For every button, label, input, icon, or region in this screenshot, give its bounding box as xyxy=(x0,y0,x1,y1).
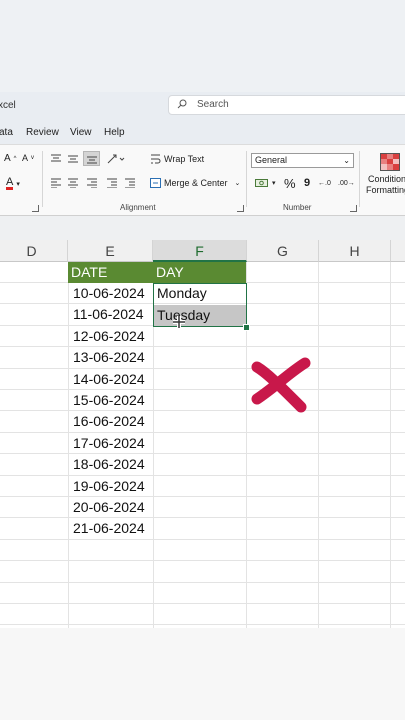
font-group-launcher-icon[interactable] xyxy=(32,205,39,212)
date-cell[interactable]: 10-06-2024 xyxy=(73,283,145,304)
table-row xyxy=(0,433,405,455)
decrease-indent-icon[interactable] xyxy=(106,178,118,188)
cross-mark-icon xyxy=(251,357,311,413)
table-row xyxy=(0,604,405,626)
align-bottom-icon xyxy=(87,156,97,164)
money-icon xyxy=(255,179,268,187)
increase-decimal-icon[interactable]: ←.0 xyxy=(318,180,331,187)
date-cell[interactable]: 16-06-2024 xyxy=(73,411,145,432)
column-header-f[interactable]: F xyxy=(153,240,247,262)
alignment-group-launcher-icon[interactable] xyxy=(237,205,244,212)
accounting-format-icon[interactable]: ▾ xyxy=(255,178,276,188)
menu-review[interactable]: Review xyxy=(26,127,59,138)
merge-center-button[interactable]: Merge & Center ⌄ xyxy=(150,178,240,188)
column-header-i[interactable] xyxy=(391,240,405,262)
decrease-font-icon[interactable]: Av xyxy=(22,153,34,163)
align-bottom-button[interactable] xyxy=(83,151,100,166)
date-cell[interactable]: 13-06-2024 xyxy=(73,347,145,368)
conditional-formatting-label-2: Formatting xyxy=(366,185,405,195)
table-row xyxy=(0,540,405,562)
date-cell[interactable]: 11-06-2024 xyxy=(73,304,144,325)
date-cell[interactable]: 14-06-2024 xyxy=(73,369,145,390)
comma-style-button[interactable]: 9 xyxy=(304,177,310,189)
column-header-h[interactable]: H xyxy=(319,240,391,262)
formula-bar-gap xyxy=(0,216,405,240)
column-header-d[interactable]: D xyxy=(0,240,68,262)
alignment-group-label: Alignment xyxy=(120,203,156,212)
ribbon-separator xyxy=(246,151,247,207)
date-cell[interactable]: 20-06-2024 xyxy=(73,497,145,518)
search-icon xyxy=(177,99,187,109)
table-row xyxy=(0,476,405,497)
table-row xyxy=(0,326,405,348)
table-row xyxy=(0,369,405,390)
align-left-icon[interactable] xyxy=(50,178,62,188)
grid-line xyxy=(68,262,69,628)
table-row xyxy=(0,519,405,540)
column-header-e[interactable]: E xyxy=(68,240,153,262)
cross-cursor-icon xyxy=(173,316,185,328)
grid-line xyxy=(390,262,391,628)
orientation-icon[interactable] xyxy=(106,153,126,165)
table-row xyxy=(0,390,405,412)
conditional-formatting-label-1: Condition xyxy=(368,174,405,184)
wrap-text-label: Wrap Text xyxy=(164,154,205,164)
menu-bar: ata Review View Help xyxy=(0,122,405,144)
table-row xyxy=(0,583,405,604)
date-cell[interactable]: 18-06-2024 xyxy=(73,454,145,475)
conditional-formatting-icon xyxy=(380,153,400,171)
increase-indent-icon[interactable] xyxy=(124,178,136,188)
search-placeholder: Search xyxy=(197,99,229,110)
grid-line xyxy=(318,262,319,628)
menu-data[interactable]: ata xyxy=(0,127,13,138)
table-row xyxy=(0,562,405,583)
align-top-icon[interactable] xyxy=(50,154,62,164)
table-row xyxy=(0,348,405,369)
table-row xyxy=(0,412,405,433)
top-blank-area xyxy=(0,0,405,92)
fill-handle[interactable] xyxy=(243,324,250,331)
table-row xyxy=(0,497,405,519)
ribbon-separator xyxy=(359,151,360,207)
menu-view[interactable]: View xyxy=(70,127,92,138)
merge-center-icon xyxy=(150,178,161,188)
align-center-icon[interactable] xyxy=(67,178,79,188)
column-header-g[interactable]: G xyxy=(247,240,319,262)
number-format-value: General xyxy=(255,155,288,165)
wrap-text-icon xyxy=(151,154,161,164)
date-cell[interactable]: 21-06-2024 xyxy=(73,518,145,539)
increase-font-icon[interactable]: A ^ xyxy=(4,153,17,164)
search-box[interactable]: Search xyxy=(168,95,405,115)
ribbon-separator xyxy=(42,151,43,207)
date-cell[interactable]: 12-06-2024 xyxy=(73,326,145,347)
wrap-text-button[interactable]: Wrap Text xyxy=(150,154,204,164)
table-row xyxy=(0,455,405,476)
window-title: xcel xyxy=(0,100,16,111)
date-cell[interactable]: 15-06-2024 xyxy=(73,390,145,411)
align-right-icon[interactable] xyxy=(86,178,98,188)
number-group-launcher-icon[interactable] xyxy=(350,205,357,212)
header-cell-date[interactable]: DATE xyxy=(68,262,153,283)
menu-help[interactable]: Help xyxy=(104,127,125,138)
align-middle-icon[interactable] xyxy=(67,154,79,164)
font-color-icon[interactable]: A ▾ xyxy=(6,177,20,190)
date-cell[interactable]: 17-06-2024 xyxy=(73,433,145,454)
selection-range xyxy=(153,283,247,327)
conditional-formatting-button[interactable]: Condition Formatting xyxy=(362,151,405,199)
bottom-blank-area xyxy=(0,628,405,720)
chevron-down-icon: ⌄ xyxy=(234,180,241,187)
number-group-label: Number xyxy=(283,203,312,212)
merge-center-label: Merge & Center xyxy=(164,178,228,188)
date-cell[interactable]: 19-06-2024 xyxy=(73,476,145,497)
chevron-down-icon: ⌄ xyxy=(343,156,350,165)
decrease-decimal-icon[interactable]: .00→ xyxy=(338,180,355,187)
header-cell-day[interactable]: DAY xyxy=(153,262,246,283)
spreadsheet-grid[interactable]: D E F G H DATE DAY 10-06-2024 11-06-2024 1… xyxy=(0,240,405,628)
number-format-select[interactable]: General ⌄ xyxy=(251,153,354,168)
percent-style-button[interactable]: % xyxy=(284,176,296,191)
